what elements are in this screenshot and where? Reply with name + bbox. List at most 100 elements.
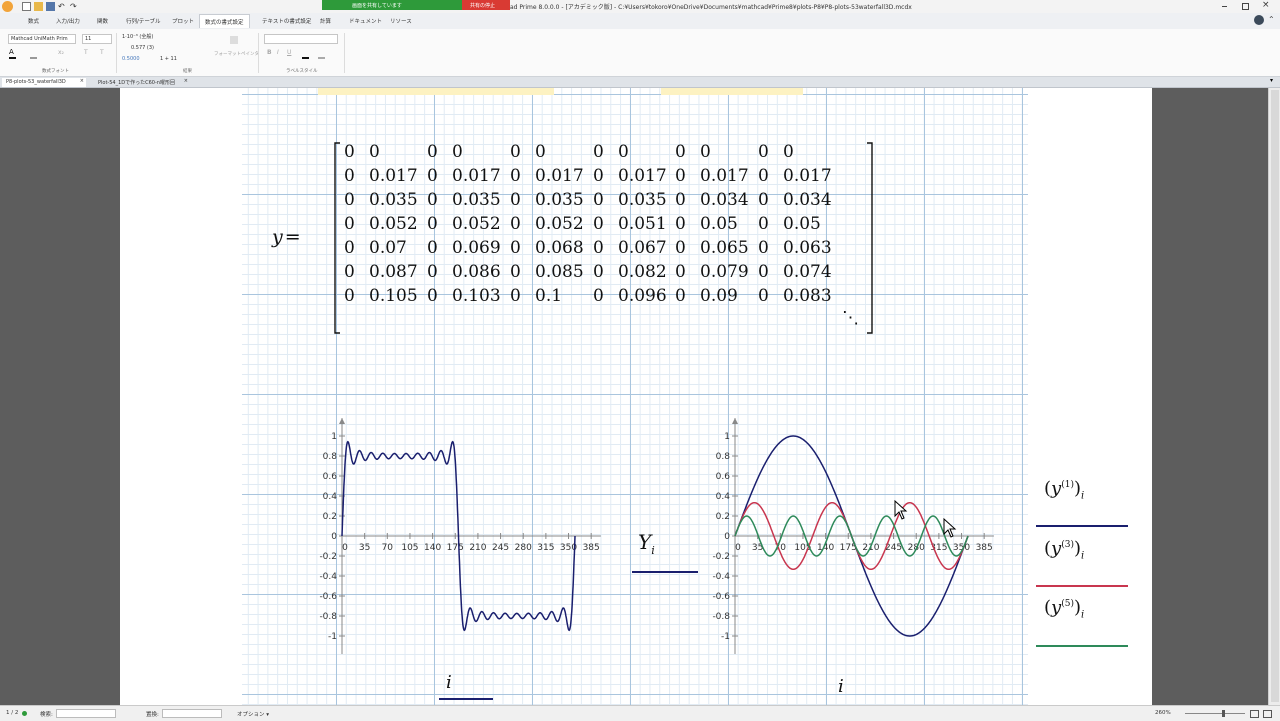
tab-functions[interactable]: 関数: [97, 17, 108, 25]
undo-icon[interactable]: ↶: [58, 2, 67, 11]
matrix-cell: 0.051: [618, 214, 667, 234]
subscript-icon[interactable]: x₂: [58, 49, 64, 56]
redo-icon[interactable]: ↷: [70, 2, 79, 11]
y-tick-label: -1: [328, 632, 337, 642]
square-wave-plot[interactable]: 1 0.8 0.6 0.4 0.2 0 -0.2 -0.4 -0.6 -0.8 -1 0 35 70 105…: [310, 408, 640, 708]
app-logo[interactable]: [2, 1, 13, 12]
matrix-cell: 0: [535, 142, 546, 162]
matrix-cell: 0: [593, 286, 604, 306]
scroll-thumb[interactable]: [1271, 90, 1279, 702]
plot1-x-axis-label[interactable]: i: [446, 672, 452, 693]
tab-math-formatting[interactable]: 数式の書式設定: [199, 14, 250, 28]
precision-select[interactable]: 0.577 (3): [131, 45, 154, 51]
y-tick-label: -0.8: [319, 612, 337, 622]
new-icon[interactable]: [22, 2, 31, 11]
options-dropdown[interactable]: オプション ▾: [237, 710, 269, 718]
bold-icon[interactable]: B: [267, 49, 272, 56]
font-color-icon[interactable]: A: [9, 49, 16, 59]
legend-line-3: [1036, 585, 1128, 587]
matrix-cell: 0.017: [452, 166, 501, 186]
font-name-value: Mathcad UniMath Prim: [11, 36, 68, 42]
plot2-x-axis-label[interactable]: i: [838, 676, 844, 697]
y-tick-label: 1: [331, 432, 337, 442]
y-tick-label: 0.8: [323, 452, 338, 462]
help-icon[interactable]: [1254, 15, 1264, 25]
matrix-cell: 0: [593, 166, 604, 186]
doc-tab[interactable]: Plot-54_1Dで作ったC60-n曜形回 ×: [94, 78, 190, 87]
save-icon[interactable]: [46, 2, 55, 11]
label-style-select[interactable]: [264, 34, 338, 44]
matrix-cell: 0: [593, 190, 604, 210]
stop-share-button[interactable]: 共有の停止: [462, 0, 510, 10]
search-label: 検索:: [40, 712, 53, 718]
tab-math[interactable]: 数式: [28, 17, 39, 25]
matrix-result[interactable]: 0 0 0 0 0 0 0 0 0 0 0 0 0 0.017 0 0.017 …: [336, 142, 876, 335]
replace-input[interactable]: [162, 709, 222, 718]
tab-input-output[interactable]: 入力/出力: [56, 17, 80, 25]
close-tab-icon[interactable]: ×: [80, 78, 84, 84]
matrix-cell: 0: [344, 166, 355, 186]
matrix-cell: 0: [593, 262, 604, 282]
close-icon[interactable]: ×: [1262, 0, 1270, 10]
y-axis-arrow: [732, 418, 738, 424]
tab-text-formatting[interactable]: テキストの書式設定: [262, 17, 311, 25]
collapse-ribbon-icon[interactable]: ⌃: [1268, 15, 1275, 24]
maximize-icon[interactable]: [1242, 3, 1249, 10]
zoom-slider[interactable]: [1185, 713, 1245, 714]
y-tick-label: 0.4: [323, 492, 338, 502]
x-tick-label: 70: [382, 543, 394, 553]
highlight-icon[interactable]: [30, 49, 37, 59]
legend-line-5: [1036, 645, 1128, 647]
tab-list-icon[interactable]: ▾: [1270, 77, 1273, 84]
underline-icon[interactable]: U: [287, 49, 291, 56]
tab-plots[interactable]: プロット: [172, 17, 194, 25]
title-bar: ↶ ↷ 画面を共有しています 共有の停止 ad Prime 8.0.0.0 - …: [0, 0, 1280, 14]
matrix-cell: 0.017: [783, 166, 832, 186]
matrix-cell: 0.068: [535, 238, 584, 258]
zoom-page-icon[interactable]: [1263, 710, 1272, 718]
matrix-cell: 0: [758, 190, 769, 210]
tab-calculation[interactable]: 計算: [320, 17, 331, 25]
replace-label: 置換:: [146, 712, 159, 718]
legend-series-5: (y(5))i: [1044, 597, 1085, 621]
matrix-cell: 0: [510, 238, 521, 258]
y-axis-arrow: [339, 418, 345, 424]
label-color-icon[interactable]: [302, 49, 309, 59]
label-highlight-icon[interactable]: [318, 49, 325, 59]
format-painter-label[interactable]: フォーマットペインタ: [214, 51, 259, 57]
matrix-cell: 0: [758, 238, 769, 258]
share-label: 画面を共有しています: [352, 3, 402, 9]
tab-document[interactable]: ドキュメント: [349, 17, 382, 25]
close-tab-icon[interactable]: ×: [184, 78, 188, 84]
matrix-cell: 0: [427, 190, 438, 210]
zoom-fit-icon[interactable]: [1250, 710, 1259, 718]
matrix-cell: 0: [758, 166, 769, 186]
tab-resources[interactable]: リソース: [390, 17, 412, 25]
y-tick-label: 0.6: [323, 472, 338, 482]
zoom-slider-thumb[interactable]: [1222, 710, 1225, 717]
text-box-icon[interactable]: T: [100, 49, 104, 56]
matrix-cell: 0.017: [535, 166, 584, 186]
doc-tab-active[interactable]: P8-plots-53_waterfall3D ×: [2, 78, 86, 87]
font-name-select[interactable]: Mathcad UniMath Prim: [8, 34, 76, 44]
result-format-select[interactable]: 1·10⁻³ (全般): [122, 33, 153, 40]
search-input[interactable]: [56, 709, 116, 718]
harmonics-plot[interactable]: 10.80.60.40.20-0.2-0.4-0.6-0.8-10 35 70 105…: [700, 408, 1030, 708]
tab-matrices-tables[interactable]: 行列/テーブル: [126, 17, 161, 25]
calc-status-icon: [22, 711, 27, 716]
italic-icon[interactable]: I: [277, 49, 279, 56]
plot1-y-axis-label[interactable]: Yi: [638, 530, 655, 557]
minimize-icon[interactable]: [1222, 6, 1227, 7]
x-tick-label: 0: [342, 543, 348, 553]
open-icon[interactable]: [34, 2, 43, 11]
vertical-scrollbar[interactable]: [1268, 88, 1280, 705]
matrix-equation-label[interactable]: y =: [272, 226, 301, 248]
matrix-cell: 0: [618, 142, 629, 162]
y-tick-label: -0.2: [712, 552, 730, 562]
y-axis-label-subscript: i: [651, 544, 655, 557]
text-icon[interactable]: T: [84, 49, 88, 56]
format-painter-icon[interactable]: [230, 36, 238, 44]
matrix-cell: 0: [675, 286, 686, 306]
y-axis-label-text: Y: [638, 530, 652, 554]
font-size-select[interactable]: 11: [82, 34, 112, 44]
